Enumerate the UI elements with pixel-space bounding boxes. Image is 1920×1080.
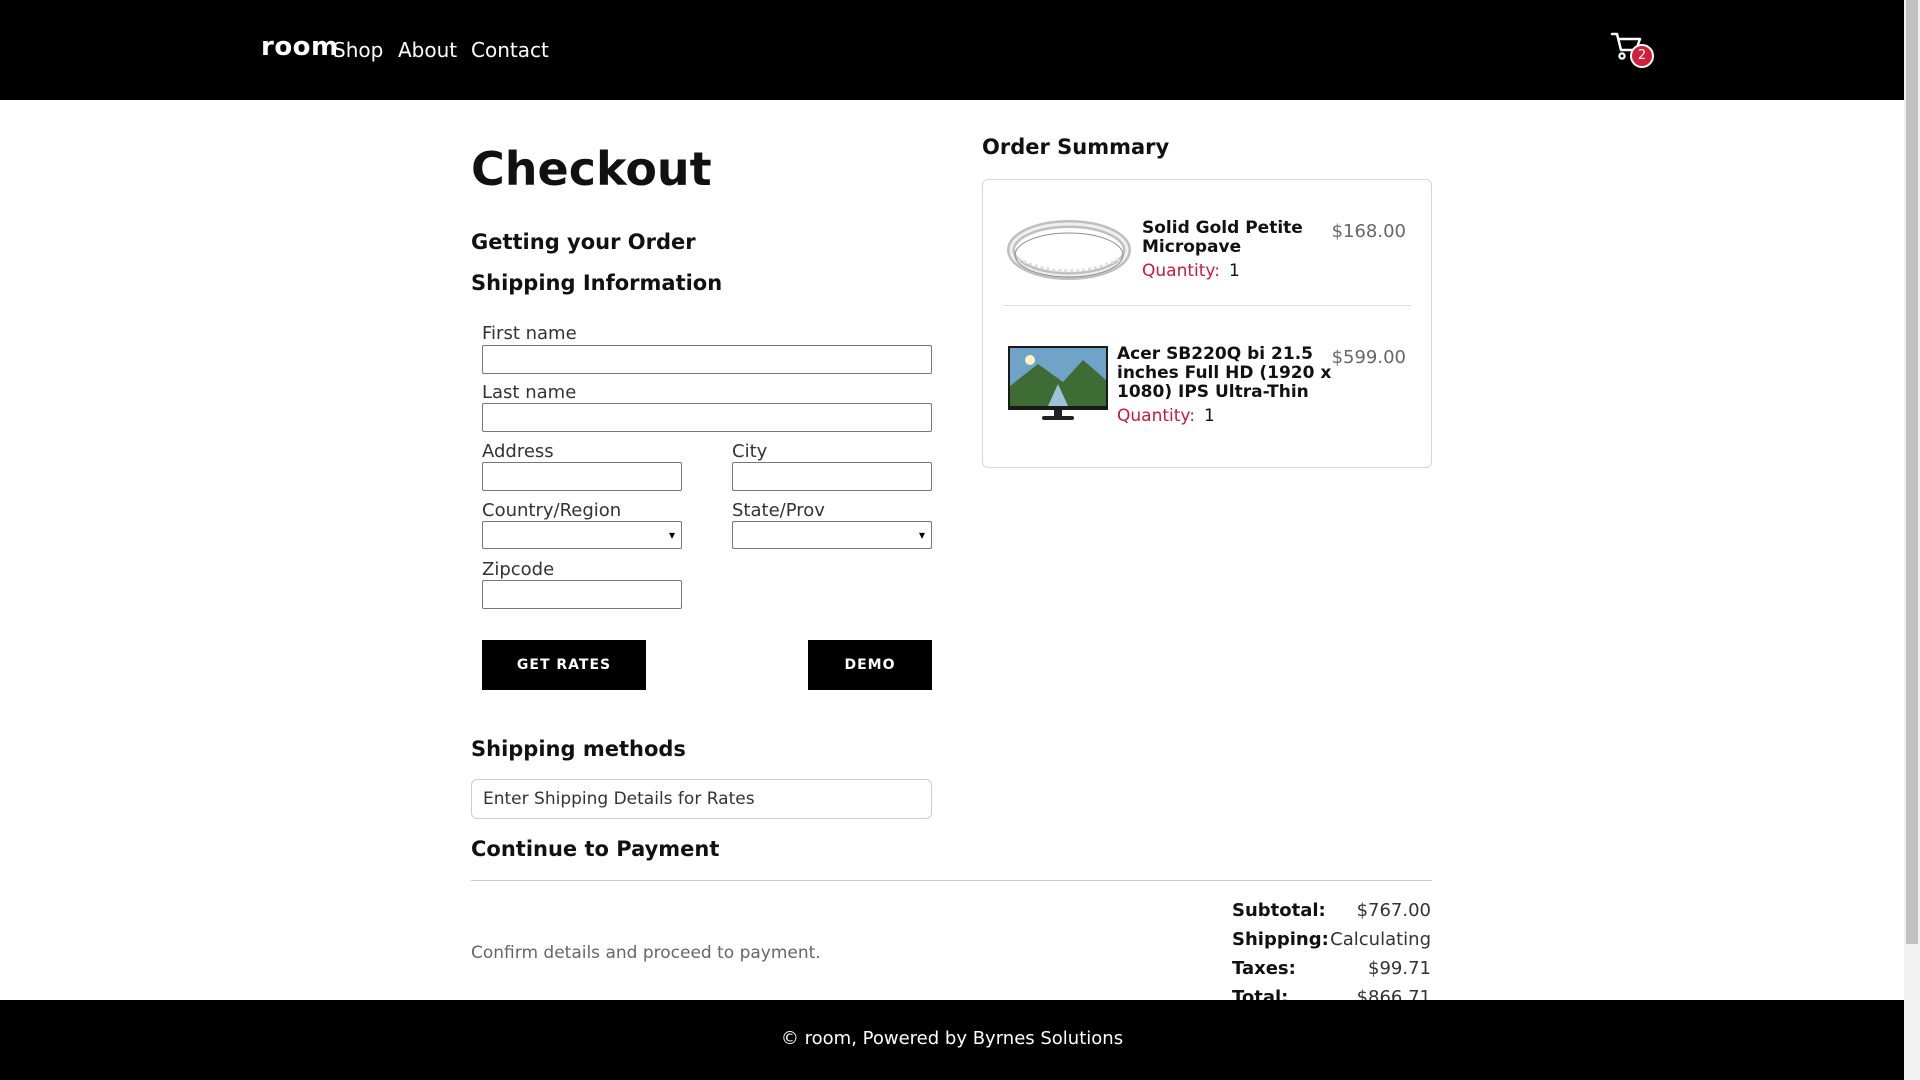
state-select[interactable]: ▾ bbox=[732, 521, 932, 549]
nav-link-contact[interactable]: Contact bbox=[471, 38, 549, 62]
get-rates-button[interactable]: GET RATES bbox=[482, 640, 646, 690]
page-scrollbar[interactable] bbox=[1904, 0, 1920, 1080]
nav-link-shop[interactable]: Shop bbox=[333, 38, 383, 62]
divider bbox=[471, 880, 1432, 881]
demo-button[interactable]: DEMO bbox=[808, 640, 932, 690]
shipping-methods-box: Enter Shipping Details for Rates bbox=[471, 779, 932, 819]
shipping-info-heading: Shipping Information bbox=[471, 271, 723, 295]
ring-icon bbox=[1007, 220, 1131, 280]
page: room Shop About Contact 2 Checkout Getti… bbox=[0, 0, 1904, 1080]
taxes-value: $99.71 bbox=[1368, 958, 1431, 979]
last-name-input[interactable] bbox=[482, 403, 932, 432]
scrollbar-thumb[interactable] bbox=[1906, 0, 1918, 944]
item-1-quantity-label: Quantity: bbox=[1142, 261, 1220, 281]
getting-order-heading: Getting your Order bbox=[471, 230, 696, 254]
item-2-quantity-value: 1 bbox=[1204, 406, 1215, 426]
item-1-price: $168.00 bbox=[1331, 221, 1406, 242]
zipcode-input[interactable] bbox=[482, 580, 682, 609]
nav-link-about[interactable]: About bbox=[398, 38, 457, 62]
state-label: State/Prov bbox=[732, 500, 825, 521]
item-2-name-line-2: inches Full HD (1920 x bbox=[1117, 363, 1332, 383]
item-1-name-line-2: Micropave bbox=[1142, 237, 1242, 257]
page-title: Checkout bbox=[471, 142, 712, 196]
last-name-label: Last name bbox=[482, 382, 577, 403]
item-divider bbox=[1003, 305, 1411, 306]
item-2-quantity-label: Quantity: bbox=[1117, 406, 1195, 426]
item-1-name-line-1: Solid Gold Petite bbox=[1142, 218, 1303, 238]
brand-logo-link[interactable]: room bbox=[261, 32, 339, 62]
city-input[interactable] bbox=[732, 462, 932, 491]
item-1-quantity-value: 1 bbox=[1229, 261, 1240, 281]
city-label: City bbox=[732, 441, 768, 462]
first-name-input[interactable] bbox=[482, 345, 932, 374]
first-name-label: First name bbox=[482, 323, 577, 344]
item-2-name-line-1: Acer SB220Q bi 21.5 bbox=[1117, 344, 1313, 364]
monitor-icon bbox=[1008, 346, 1108, 420]
address-label: Address bbox=[482, 441, 554, 462]
continue-to-payment-heading[interactable]: Continue to Payment bbox=[471, 837, 719, 861]
chevron-down-icon: ▾ bbox=[668, 528, 675, 542]
country-label: Country/Region bbox=[482, 500, 622, 521]
footer: © room, Powered by Byrnes Solutions bbox=[0, 1000, 1904, 1080]
top-navbar: room Shop About Contact 2 bbox=[0, 0, 1904, 100]
item-2-name-line-3: 1080) IPS Ultra-Thin bbox=[1117, 382, 1309, 402]
footer-text: © room, Powered by Byrnes Solutions bbox=[780, 1028, 1124, 1049]
cart-count-badge: 2 bbox=[1630, 44, 1654, 68]
taxes-label: Taxes: bbox=[1232, 958, 1296, 979]
monitor-image bbox=[1008, 346, 1108, 422]
item-2-price: $599.00 bbox=[1331, 347, 1406, 368]
cart-button[interactable]: 2 bbox=[1610, 30, 1654, 70]
subtotal-value: $767.00 bbox=[1356, 900, 1431, 921]
shipping-label: Shipping: bbox=[1232, 929, 1329, 950]
zipcode-label: Zipcode bbox=[482, 559, 555, 580]
confirm-details-text: Confirm details and proceed to payment. bbox=[471, 943, 821, 963]
ring-image bbox=[1006, 213, 1132, 287]
subtotal-label: Subtotal: bbox=[1232, 900, 1326, 921]
order-summary-heading: Order Summary bbox=[982, 135, 1170, 159]
address-input[interactable] bbox=[482, 462, 682, 491]
shipping-methods-heading: Shipping methods bbox=[471, 737, 686, 761]
country-select[interactable]: ▾ bbox=[482, 521, 682, 549]
chevron-down-icon: ▾ bbox=[918, 528, 925, 542]
shipping-value: Calculating bbox=[1330, 929, 1431, 950]
